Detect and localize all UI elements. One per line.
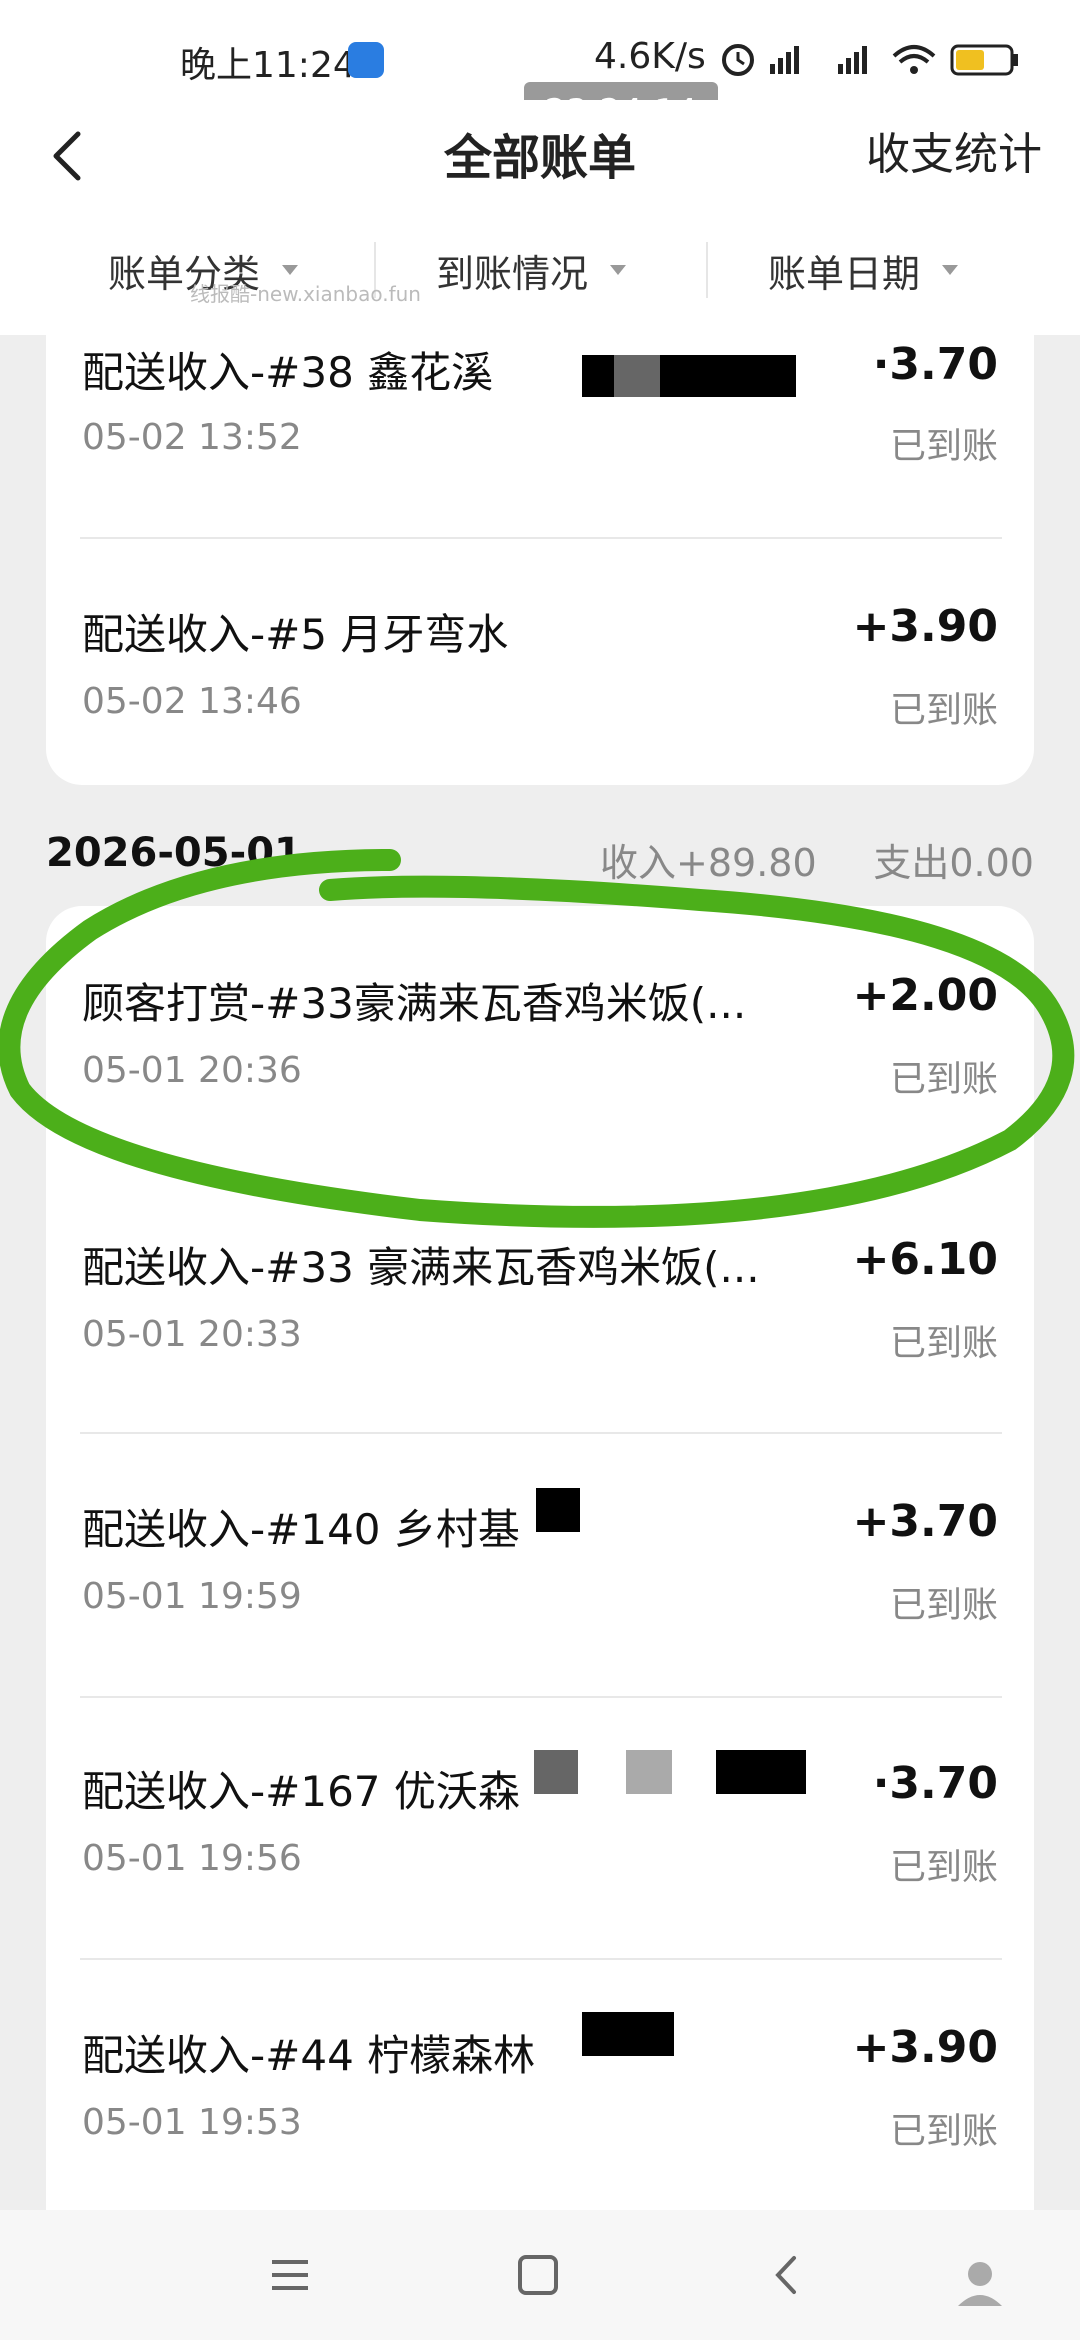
bill-amount: +6.10	[852, 1234, 998, 1285]
caret-down-icon	[282, 265, 299, 275]
home-square-icon	[518, 2255, 558, 2295]
redaction	[534, 1750, 578, 1794]
bill-row[interactable]: 配送收入-#140 乡村基 +3.70 05-01 19:59 已到账	[46, 1488, 1034, 1758]
annotation-circle	[0, 849, 1075, 1228]
bill-status: 已到账	[889, 1323, 998, 1364]
bill-title: 配送收入-#33 豪满来瓦香鸡米饭(...	[82, 1243, 760, 1292]
bill-list-screen: 晚上11:24 4.6K/s 全部账单 收支统计 账单分类 到账情况 账单日期 …	[0, 0, 1080, 2340]
bill-card-previous: 配送收入-#38 鑫花溪 ·3.70 05-02 13:52 已到账 配送收入-…	[46, 335, 1034, 785]
filter-label: 账单日期	[768, 251, 921, 296]
redaction	[626, 1750, 672, 1794]
caret-down-icon	[942, 265, 959, 275]
redaction	[614, 355, 660, 397]
battery-icon	[950, 44, 1018, 76]
divider	[706, 242, 708, 298]
bill-title: 配送收入-#167 优沃森	[82, 1767, 520, 1816]
back-nav-button[interactable]	[756, 2250, 816, 2300]
divider	[80, 1432, 1002, 1434]
redaction	[536, 1488, 580, 1532]
wifi-icon	[892, 45, 936, 74]
bill-status: 已到账	[889, 1847, 998, 1888]
back-chevron-icon	[775, 2256, 796, 2294]
bill-row[interactable]: 配送收入-#167 优沃森 ·3.70 05-01 19:56 已到账	[46, 1750, 1034, 2020]
divider	[80, 1696, 1002, 1698]
logo-icon	[958, 2262, 1002, 2306]
bill-title: 配送收入-#38 鑫花溪	[82, 348, 494, 397]
caret-down-icon	[610, 265, 627, 275]
bill-title: 配送收入-#140 乡村基	[82, 1505, 520, 1554]
status-icons	[716, 38, 1026, 78]
status-time: 晚上11:24	[180, 45, 356, 86]
divider	[80, 1958, 1002, 1960]
bill-date: 05-01 19:59	[82, 1576, 302, 1617]
bill-date: 05-01 19:53	[82, 2102, 302, 2143]
system-nav-bar	[0, 2210, 1080, 2340]
bill-status: 已到账	[889, 426, 998, 467]
bill-title: 配送收入-#5 月牙弯水	[82, 610, 509, 659]
bill-date: 05-01 20:33	[82, 1314, 302, 1355]
bill-amount: ·3.70	[872, 339, 998, 390]
filter-bill-date[interactable]: 账单日期	[768, 240, 959, 300]
bill-row[interactable]: 配送收入-#38 鑫花溪 ·3.70 05-02 13:52 已到账	[46, 335, 1034, 597]
divider	[80, 537, 1002, 539]
bill-status: 已到账	[889, 690, 998, 731]
bill-row[interactable]: 配送收入-#5 月牙弯水 +3.90 05-02 13:46 已到账	[46, 601, 1034, 863]
redaction	[582, 355, 614, 397]
bill-amount: ·3.70	[872, 1758, 998, 1809]
header: 全部账单 收支统计	[0, 100, 1080, 210]
bill-title: 配送收入-#44 柠檬森林	[82, 2031, 536, 2080]
watermark: 线报酷-new.xianbao.fun	[190, 282, 421, 306]
bill-status: 已到账	[889, 2111, 998, 2152]
network-speed: 4.6K/s	[594, 36, 706, 77]
bill-amount: +3.90	[852, 601, 998, 652]
signal-icon-1	[770, 46, 799, 74]
bill-date: 05-01 19:56	[82, 1838, 302, 1879]
alarm-icon	[722, 44, 754, 76]
menu-icon	[272, 2260, 308, 2290]
redaction	[660, 355, 796, 397]
bill-date: 05-02 13:46	[82, 681, 302, 722]
stats-link[interactable]: 收支统计	[866, 118, 1042, 182]
filter-label: 到账情况	[436, 251, 589, 296]
bill-amount: +3.90	[852, 2022, 998, 2073]
app-notification-icon	[348, 42, 384, 78]
filter-arrival-status[interactable]: 到账情况	[436, 240, 627, 300]
site-watermark-logo	[950, 2246, 1060, 2326]
bill-date: 05-02 13:52	[82, 417, 302, 458]
bill-status: 已到账	[889, 1585, 998, 1626]
menu-nav-button[interactable]	[260, 2250, 320, 2300]
redaction	[582, 2012, 674, 2056]
filter-bar: 账单分类 到账情况 账单日期 线报酷-new.xianbao.fun	[0, 210, 1080, 335]
home-nav-button[interactable]	[508, 2250, 568, 2300]
bill-amount: +3.70	[852, 1496, 998, 1547]
bill-row[interactable]: 配送收入-#33 豪满来瓦香鸡米饭(... +6.10 05-01 20:33 …	[46, 1234, 1034, 1496]
signal-icon-2	[838, 46, 867, 74]
redaction	[716, 1750, 806, 1794]
